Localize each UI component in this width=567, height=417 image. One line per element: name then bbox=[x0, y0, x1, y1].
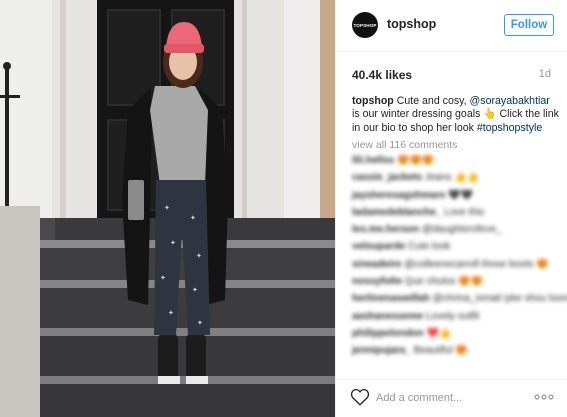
comments-list: lili.hellss 😍😍😍 cassie_jackets Jeans 👍👍 … bbox=[352, 152, 567, 360]
comment-item: lili.hellss 😍😍😍 bbox=[352, 152, 560, 169]
post-photo[interactable]: ✦ ✦ ✦ ✦ ✦ ✦ ✦ ✦ bbox=[0, 0, 335, 417]
comment-text: Lovely outfit bbox=[425, 310, 480, 322]
comment-username[interactable]: jennipujara_ bbox=[352, 345, 411, 356]
add-comment-input[interactable] bbox=[376, 388, 526, 408]
post-details-panel: TOPSHOP topshop Follow 40.4k likes 1d to… bbox=[335, 0, 567, 417]
comment-username[interactable]: les.me.herson bbox=[352, 224, 419, 235]
comment-item: jaysheresagshmare 🖤🖤 bbox=[352, 187, 560, 204]
comment-text: Que chulos bbox=[404, 276, 456, 288]
avatar-logo-text: TOPSHOP bbox=[353, 22, 377, 28]
comment-username[interactable]: philippelondon bbox=[352, 328, 424, 339]
svg-text:✦: ✦ bbox=[190, 214, 196, 222]
comment-item: cassie_jackets Jeans 👍👍 bbox=[352, 169, 560, 186]
comment-text: Love this bbox=[444, 206, 485, 218]
post-header: TOPSHOP topshop Follow bbox=[336, 0, 567, 52]
comment-text: @daughterofeve_ bbox=[422, 224, 502, 236]
comment-username[interactable]: lili.hellss bbox=[352, 155, 394, 166]
comment-item: velouparde Cute look bbox=[352, 238, 560, 255]
comment-username[interactable]: nossyfolte bbox=[352, 276, 402, 287]
more-options-icon[interactable] bbox=[534, 394, 554, 400]
comment-text: @colleenecarroll those boots bbox=[404, 258, 534, 270]
svg-text:✦: ✦ bbox=[196, 252, 202, 260]
svg-text:✦: ✦ bbox=[192, 286, 198, 294]
view-all-comments-link[interactable]: view all 116 comments bbox=[352, 139, 457, 151]
comment-emoji: 👍👍 bbox=[454, 172, 480, 184]
comment-emoji: 😍😍 bbox=[458, 276, 484, 288]
comment-emoji: 😍 bbox=[455, 345, 468, 357]
comment-footer bbox=[336, 379, 567, 417]
comment-username[interactable]: jaysheresagshmare bbox=[352, 190, 445, 201]
comment-text: @chrina_ismail iyke shou loonsink bbox=[432, 293, 567, 305]
comment-item: aashanesseme Lovely outfit bbox=[352, 308, 560, 325]
comment-emoji: 😍 bbox=[536, 258, 549, 270]
svg-text:✦: ✦ bbox=[170, 239, 176, 247]
caption-username[interactable]: topshop bbox=[352, 95, 394, 107]
post-caption: topshop Cute and cosy, @sorayabakhtiar i… bbox=[352, 95, 560, 135]
svg-text:✦: ✦ bbox=[168, 309, 174, 317]
comment-username[interactable]: aashanesseme bbox=[352, 311, 423, 322]
comment-username[interactable]: sineadeire bbox=[352, 259, 401, 270]
comment-emoji: 🖤🖤 bbox=[448, 189, 474, 201]
comment-username[interactable]: herlinenaswillah bbox=[352, 293, 430, 304]
comment-emoji: 😍😍😍 bbox=[397, 155, 435, 166]
caption-mention[interactable]: @sorayabakhtiar bbox=[470, 95, 550, 107]
comment-username[interactable]: ladamedeblanche_ bbox=[352, 207, 441, 218]
comment-text: Jeans bbox=[424, 172, 452, 184]
pointing-up-emoji-icon: 👆 bbox=[483, 108, 497, 121]
comment-text: Cute look bbox=[408, 241, 451, 253]
comment-item: jennipujara_ Beautiful 😍 bbox=[352, 342, 560, 359]
caption-text-2: is our winter dressing goals bbox=[352, 108, 484, 121]
svg-text:✦: ✦ bbox=[160, 274, 166, 282]
heart-icon[interactable] bbox=[350, 388, 370, 406]
username[interactable]: topshop bbox=[387, 17, 436, 31]
post-photo-illustration: ✦ ✦ ✦ ✦ ✦ ✦ ✦ ✦ bbox=[0, 0, 335, 417]
comment-emoji: ❤️👍 bbox=[426, 327, 452, 339]
caption-text-1: Cute and cosy, bbox=[393, 95, 470, 107]
comment-item: ladamedeblanche_ Love this bbox=[352, 204, 560, 221]
comment-item: les.me.herson @daughterofeve_ bbox=[352, 221, 560, 238]
comment-item: nossyfolte Que chulos 😍😍 bbox=[352, 273, 560, 290]
comment-item: herlinenaswillah @chrina_ismail iyke sho… bbox=[352, 290, 567, 307]
comment-text: Beautiful bbox=[413, 345, 453, 357]
avatar[interactable]: TOPSHOP bbox=[352, 12, 378, 38]
svg-text:✦: ✦ bbox=[197, 319, 203, 327]
post-age[interactable]: 1d bbox=[539, 68, 551, 80]
follow-button[interactable]: Follow bbox=[504, 14, 554, 36]
comment-item: philippelondon ❤️👍 bbox=[352, 325, 560, 342]
comment-username[interactable]: cassie_jackets bbox=[352, 172, 422, 183]
comment-username[interactable]: velouparde bbox=[352, 241, 405, 252]
caption-hashtag[interactable]: #topshopstyle bbox=[477, 122, 542, 134]
likes-count[interactable]: 40.4k likes bbox=[352, 68, 412, 82]
svg-text:✦: ✦ bbox=[164, 204, 170, 212]
comment-item: sineadeire @colleenecarroll those boots … bbox=[352, 256, 560, 273]
